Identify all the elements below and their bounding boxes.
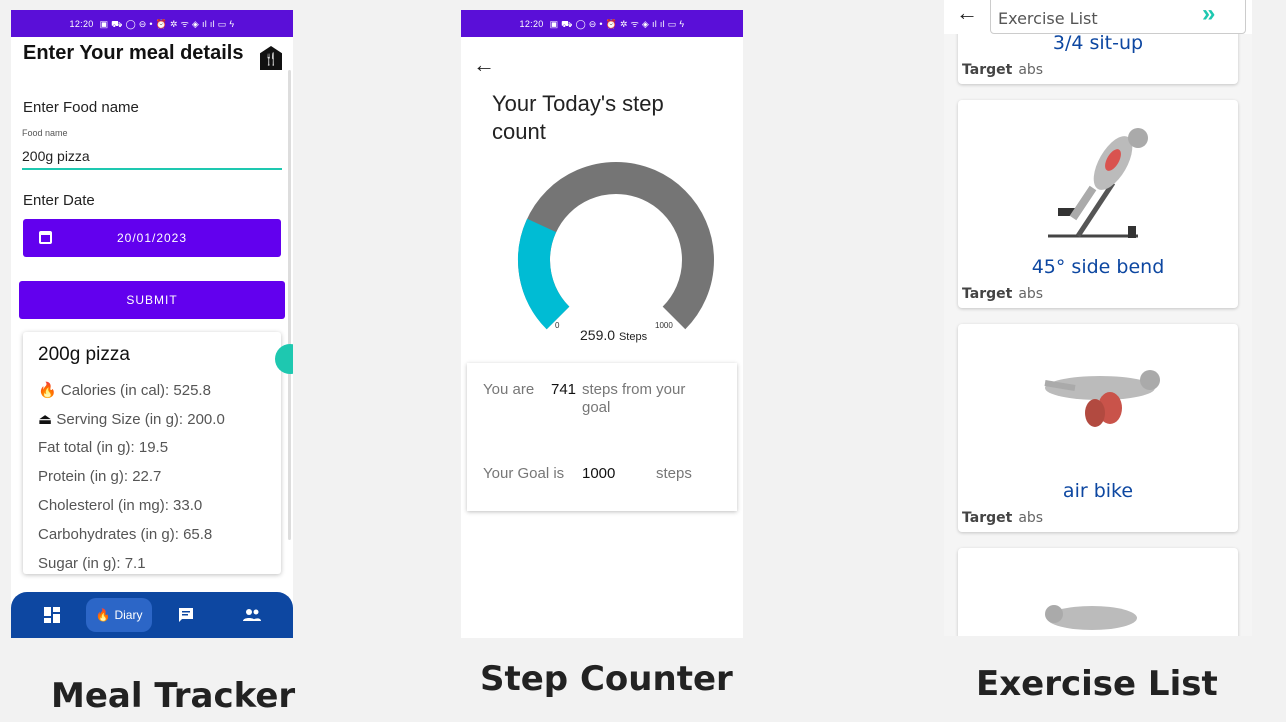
status-time: 12:20 [69, 18, 94, 29]
exercise-list-screen: ← Exercise List » 3/4 sit-up Target abs 4… [944, 0, 1252, 636]
gauge-max-label: 1000 [655, 321, 673, 330]
date-picker-button[interactable]: 20/01/2023 [23, 219, 281, 257]
remaining-steps-value: 741 [551, 381, 577, 398]
exercise-target: Target abs [962, 286, 1044, 302]
scrollbar[interactable] [288, 70, 291, 540]
nav-dashboard[interactable] [39, 592, 65, 638]
caption-exercise-list: Exercise List [976, 664, 1218, 704]
submit-button[interactable]: SUBMIT [19, 281, 285, 319]
steps-value: 259.0 Steps [580, 327, 648, 343]
cloche-icon: ⏏ [38, 411, 53, 428]
exercise-illustration [1048, 128, 1148, 238]
exercise-name: air bike [1062, 480, 1134, 502]
carbohydrates-row: Carbohydrates (in g): 65.8 [38, 526, 213, 543]
people-icon [243, 609, 261, 621]
sugar-row: Sugar (in g): 7.1 [38, 555, 146, 572]
nav-people[interactable] [239, 592, 265, 638]
exercise-name: 3/4 sit-up [1052, 32, 1144, 54]
bottom-navigation: 🔥 Diary [11, 592, 293, 638]
steps-from-goal-label: steps from your goal [582, 381, 686, 416]
flame-icon: 🔥 [38, 382, 57, 399]
exercise-card[interactable] [958, 548, 1238, 636]
calendar-icon [39, 231, 52, 244]
dashboard-icon [44, 607, 60, 623]
date-label: Enter Date [23, 192, 95, 209]
food-name-input[interactable] [22, 144, 282, 170]
step-info-card: You are 741 steps from your goal Your Go… [467, 363, 737, 511]
fat-row: Fat total (in g): 19.5 [38, 439, 169, 456]
protein-row: Protein (in g): 22.7 [38, 468, 162, 485]
caption-step-counter: Step Counter [480, 659, 733, 699]
page-title: Your Today's step count [492, 91, 664, 144]
flame-icon: 🔥 [95, 608, 111, 622]
food-name-hint: Food name [22, 128, 68, 138]
status-time: 12:20 [519, 18, 544, 29]
page-title: Enter Your meal details [23, 42, 244, 64]
step-counter-screen: 12:20 ▣ ⛟ ◯ ⊖ • ⏰ ✲ ᯤ ◈ ıl ıl ▭ ϟ ← Your… [461, 10, 743, 638]
steps-unit-label: steps [656, 465, 692, 482]
exercise-target: Target abs [962, 62, 1044, 78]
serving-size-row: ⏏ Serving Size (in g): 200.0 [38, 411, 225, 428]
restaurant-icon: 🍴 [260, 46, 282, 70]
top-bar: ← Exercise List » [944, 0, 1252, 34]
gauge-progress [518, 218, 570, 330]
you-are-label: You are [483, 381, 535, 398]
nav-diary[interactable]: 🔥 Diary [86, 598, 152, 632]
cholesterol-row: Cholesterol (in mg): 33.0 [38, 497, 203, 514]
exercise-card[interactable]: 45° side bend Target abs [958, 100, 1238, 308]
double-chevron-right-icon[interactable]: » [1202, 0, 1215, 28]
status-icons: ▣ ⛟ ◯ ⊖ • ⏰ ✲ ᯤ ◈ ıl ıl ▭ ϟ [99, 18, 235, 29]
exercise-name: 45° side bend [1031, 256, 1165, 278]
back-arrow-icon[interactable]: ← [473, 52, 495, 78]
gauge-min-label: 0 [555, 321, 560, 330]
goal-label: Your Goal is [483, 465, 565, 482]
meal-tracker-screen: 12:20 ▣ ⛟ ◯ ⊖ • ⏰ ✲ ᯤ ◈ ıl ıl ▭ ϟ Enter … [11, 10, 293, 638]
back-arrow-icon[interactable]: ← [956, 0, 978, 26]
goal-value: 1000 [582, 465, 616, 482]
nav-messages[interactable] [173, 592, 199, 638]
nutrition-card-title: 200g pizza [38, 344, 130, 365]
exercise-illustration [1044, 370, 1160, 427]
date-value: 20/01/2023 [116, 231, 188, 245]
nutrition-card: 200g pizza 🔥 Calories (in cal): 525.8 ⏏ … [23, 332, 281, 574]
exercise-target: Target abs [962, 510, 1044, 526]
status-bar: 12:20 ▣ ⛟ ◯ ⊖ • ⏰ ✲ ᯤ ◈ ıl ıl ▭ ϟ [11, 10, 293, 37]
food-name-label: Enter Food name [23, 99, 139, 116]
exercise-illustration [1045, 605, 1137, 630]
chat-icon [179, 608, 193, 622]
calories-row: 🔥 Calories (in cal): 525.8 [38, 382, 211, 399]
status-icons: ▣ ⛟ ◯ ⊖ • ⏰ ✲ ᯤ ◈ ıl ıl ▭ ϟ [549, 18, 685, 29]
status-bar: 12:20 ▣ ⛟ ◯ ⊖ • ⏰ ✲ ᯤ ◈ ıl ıl ▭ ϟ [461, 10, 743, 37]
caption-meal-tracker: Meal Tracker [51, 676, 296, 716]
exercise-card[interactable]: air bike Target abs [958, 324, 1238, 532]
step-gauge [518, 162, 714, 330]
